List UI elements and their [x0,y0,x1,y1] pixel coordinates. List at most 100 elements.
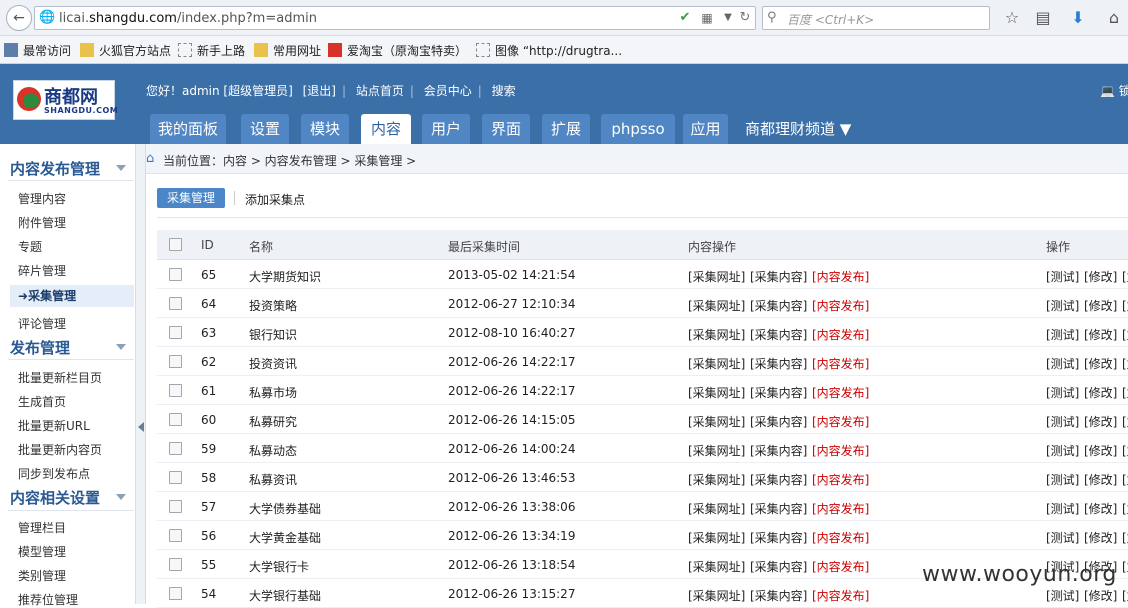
edit-link[interactable]: [修改] [1084,587,1117,604]
edit-link[interactable]: [修改] [1084,268,1117,285]
sidebar-group-title[interactable]: 发布管理 [10,337,70,358]
row-checkbox[interactable] [169,471,182,484]
chevron-down-icon[interactable] [116,344,126,350]
collect-content-link[interactable]: [采集内容] [750,471,807,488]
shield-icon[interactable]: ✔ [677,10,693,26]
row-checkbox[interactable] [169,268,182,281]
tab-users[interactable]: 用户 [422,114,470,144]
row-checkbox[interactable] [169,587,182,600]
collect-content-link[interactable]: [采集内容] [750,558,807,575]
row-checkbox[interactable] [169,326,182,339]
search-box[interactable]: ⚲ 百度 <Ctrl+K> [762,6,990,30]
publish-content-link[interactable]: [内容发布] [812,384,869,401]
row-checkbox[interactable] [169,384,182,397]
sidebar-item-collection[interactable]: ➜采集管理 [10,285,134,307]
sidebar-item-manage-content[interactable]: 管理内容 [18,190,66,207]
collect-content-link[interactable]: [采集内容] [750,500,807,517]
address-bar[interactable]: 🌐 licai.shangdu.com/index.php?m=admin ✔ … [34,6,756,30]
bookmark-item[interactable]: 火狐官方站点 [80,42,171,59]
collect-url-link[interactable]: [采集网址] [688,558,745,575]
sidebar-item-comments[interactable]: 评论管理 [18,315,66,332]
publish-content-link[interactable]: [内容发布] [812,587,869,604]
collect-url-link[interactable]: [采集网址] [688,384,745,401]
collect-content-link[interactable]: [采集内容] [750,355,807,372]
bookmark-item[interactable]: 新手上路 [178,42,245,59]
copy-link[interactable]: [复制] [1122,558,1128,575]
collect-content-link[interactable]: [采集内容] [750,413,807,430]
publish-content-link[interactable]: [内容发布] [812,413,869,430]
copy-link[interactable]: [复制] [1122,442,1128,459]
collect-content-link[interactable]: [采集内容] [750,529,807,546]
test-link[interactable]: [测试] [1046,384,1079,401]
collect-content-link[interactable]: [采集内容] [750,442,807,459]
site-home-link[interactable]: 站点首页 [356,84,404,98]
tab-interface[interactable]: 界面 [482,114,530,144]
copy-link[interactable]: [复制] [1122,384,1128,401]
collect-url-link[interactable]: [采集网址] [688,326,745,343]
tab-content[interactable]: 内容 [361,114,411,144]
reload-icon[interactable]: ↻ [737,10,753,26]
reading-list-icon[interactable]: ▤ [1033,8,1053,28]
edit-link[interactable]: [修改] [1084,384,1117,401]
tab-apps[interactable]: 应用 [683,114,728,144]
bookmark-item[interactable]: 爱淘宝（原淘宝特卖） [328,42,467,59]
publish-content-link[interactable]: [内容发布] [812,268,869,285]
edit-link[interactable]: [修改] [1084,500,1117,517]
publish-content-link[interactable]: [内容发布] [812,442,869,459]
sidebar-collapse-handle[interactable] [136,144,146,604]
copy-link[interactable]: [复制] [1122,413,1128,430]
sidebar-item-categories[interactable]: 管理栏目 [18,519,66,536]
logout-link[interactable]: [退出] [303,84,336,98]
test-link[interactable]: [测试] [1046,355,1079,372]
tab-settings[interactable]: 设置 [241,114,289,144]
publish-content-link[interactable]: [内容发布] [812,471,869,488]
edit-link[interactable]: [修改] [1084,413,1117,430]
copy-link[interactable]: [复制] [1122,326,1128,343]
test-link[interactable]: [测试] [1046,297,1079,314]
copy-link[interactable]: [复制] [1122,529,1128,546]
sidebar-item-models[interactable]: 模型管理 [18,543,66,560]
add-collection-point-link[interactable]: 添加采集点 [245,191,305,208]
channel-dropdown[interactable]: 商都理财频道 ▼ [745,114,865,144]
bookmark-item[interactable]: 图像 “http://drugtra... [476,42,622,59]
edit-link[interactable]: [修改] [1084,326,1117,343]
sidebar-item-attachments[interactable]: 附件管理 [18,214,66,231]
publish-content-link[interactable]: [内容发布] [812,326,869,343]
collection-manage-button[interactable]: 采集管理 [157,188,225,208]
edit-link[interactable]: [修改] [1084,297,1117,314]
collect-content-link[interactable]: [采集内容] [750,384,807,401]
collect-content-link[interactable]: [采集内容] [750,326,807,343]
sidebar-item-types[interactable]: 类别管理 [18,567,66,584]
url-text[interactable]: licai.shangdu.com/index.php?m=admin [59,11,317,26]
collect-url-link[interactable]: [采集网址] [688,442,745,459]
collect-url-link[interactable]: [采集网址] [688,355,745,372]
tab-modules[interactable]: 模块 [301,114,349,144]
test-link[interactable]: [测试] [1046,471,1079,488]
row-checkbox[interactable] [169,529,182,542]
row-checkbox[interactable] [169,500,182,513]
row-checkbox[interactable] [169,413,182,426]
select-all-checkbox[interactable] [169,238,182,251]
row-checkbox[interactable] [169,355,182,368]
collect-url-link[interactable]: [采集网址] [688,297,745,314]
collect-content-link[interactable]: [采集内容] [750,268,807,285]
edit-link[interactable]: [修改] [1084,471,1117,488]
collect-content-link[interactable]: [采集内容] [750,587,807,604]
row-checkbox[interactable] [169,558,182,571]
collect-url-link[interactable]: [采集网址] [688,268,745,285]
qr-icon[interactable]: ▦ [699,10,715,26]
publish-content-link[interactable]: [内容发布] [812,297,869,314]
sidebar-group-title[interactable]: 内容发布管理 [10,158,100,179]
collect-url-link[interactable]: [采集网址] [688,529,745,546]
edit-link[interactable]: [修改] [1084,442,1117,459]
back-button[interactable]: ← [6,5,32,31]
tab-panel[interactable]: 我的面板 [150,114,226,144]
sidebar-group-title[interactable]: 内容相关设置 [10,487,100,508]
collect-url-link[interactable]: [采集网址] [688,413,745,430]
publish-content-link[interactable]: [内容发布] [812,500,869,517]
bookmark-item[interactable]: 常用网址 [254,42,321,59]
test-link[interactable]: [测试] [1046,442,1079,459]
test-link[interactable]: [测试] [1046,529,1079,546]
logo[interactable]: 商都网 SHANGDU.COM [13,80,118,120]
sidebar-item-positions[interactable]: 推荐位管理 [18,591,78,608]
